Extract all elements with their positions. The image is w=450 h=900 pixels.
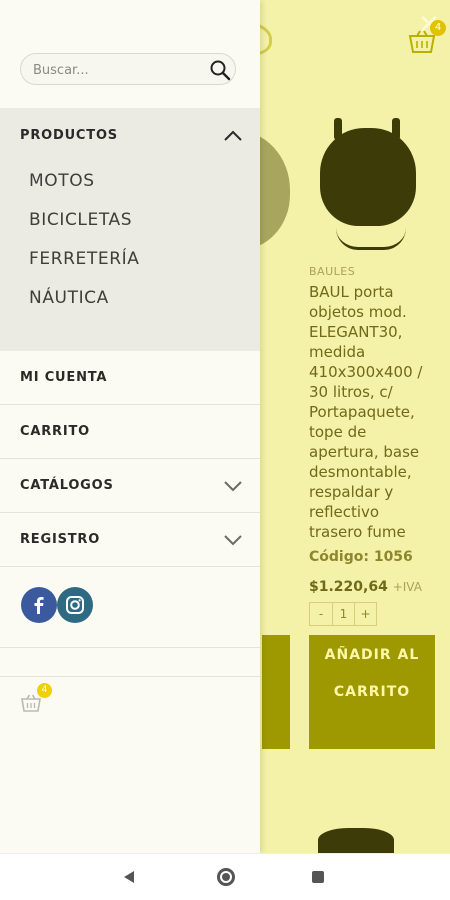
cart-count-badge: 4 [430, 20, 446, 36]
nav-item-carrito[interactable]: CARRITO [0, 405, 260, 459]
nav-item-registro[interactable]: REGISTRO [0, 513, 260, 567]
submenu-item-motos[interactable]: MOTOS [29, 171, 95, 191]
add-to-cart-button[interactable]: AÑADIR AL CARRITO [309, 635, 435, 749]
qty-value[interactable]: 1 [332, 603, 354, 625]
product-image-baul[interactable] [320, 118, 416, 226]
add-to-cart-button-partial[interactable] [262, 635, 290, 749]
product-price: $1.220,64 +IVA [309, 579, 422, 595]
home-icon[interactable] [217, 868, 235, 886]
price-suffix: +IVA [392, 580, 422, 594]
facebook-icon [34, 597, 44, 614]
submenu-item-ferreteria[interactable]: FERRETERÍA [29, 249, 139, 269]
nav-item-catalogos[interactable]: CATÁLOGOS [0, 459, 260, 513]
product-title[interactable]: BAUL porta objetos mod. ELEGANT30, medid… [309, 282, 437, 542]
nav-label: REGISTRO [20, 532, 101, 547]
product-image-strap [336, 228, 406, 250]
instagram-button[interactable] [57, 587, 93, 623]
side-drawer: PRODUCTOS MOTOS BICICLETAS FERRETERÍA NÁ… [0, 0, 260, 853]
instagram-icon [66, 596, 84, 614]
product-image-next [318, 828, 394, 853]
search-box[interactable] [20, 53, 236, 85]
price-value: $1.220,64 [309, 579, 388, 595]
facebook-button[interactable] [21, 587, 57, 623]
product-code: Código: 1056 [309, 549, 413, 565]
recent-apps-icon[interactable] [312, 871, 324, 883]
submenu-item-nautica[interactable]: NÁUTICA [29, 288, 109, 308]
chevron-up-icon[interactable] [222, 125, 244, 147]
chevron-down-icon[interactable] [222, 529, 244, 551]
back-icon[interactable] [122, 870, 136, 884]
nav-label: MI CUENTA [20, 370, 108, 385]
qty-plus-button[interactable]: + [354, 603, 376, 625]
nav-item-productos[interactable]: PRODUCTOS [20, 128, 118, 143]
cart-count-badge: 4 [37, 683, 52, 698]
qty-minus-button[interactable]: - [310, 603, 332, 625]
cart-icon[interactable] [21, 694, 41, 712]
search-icon[interactable] [209, 59, 231, 81]
nav-item-mi-cuenta[interactable]: MI CUENTA [0, 351, 260, 405]
search-input[interactable] [33, 60, 203, 80]
quantity-stepper[interactable]: - 1 + [309, 602, 377, 626]
products-section: PRODUCTOS MOTOS BICICLETAS FERRETERÍA NÁ… [0, 108, 260, 351]
system-navigation-bar [0, 853, 450, 900]
nav-label: CARRITO [20, 424, 90, 439]
drawer-divider [0, 647, 260, 677]
nav-label: CATÁLOGOS [20, 478, 114, 493]
submenu-item-bicicletas[interactable]: BICICLETAS [29, 210, 132, 230]
product-category[interactable]: BAULES [309, 265, 355, 278]
chevron-down-icon[interactable] [222, 475, 244, 497]
